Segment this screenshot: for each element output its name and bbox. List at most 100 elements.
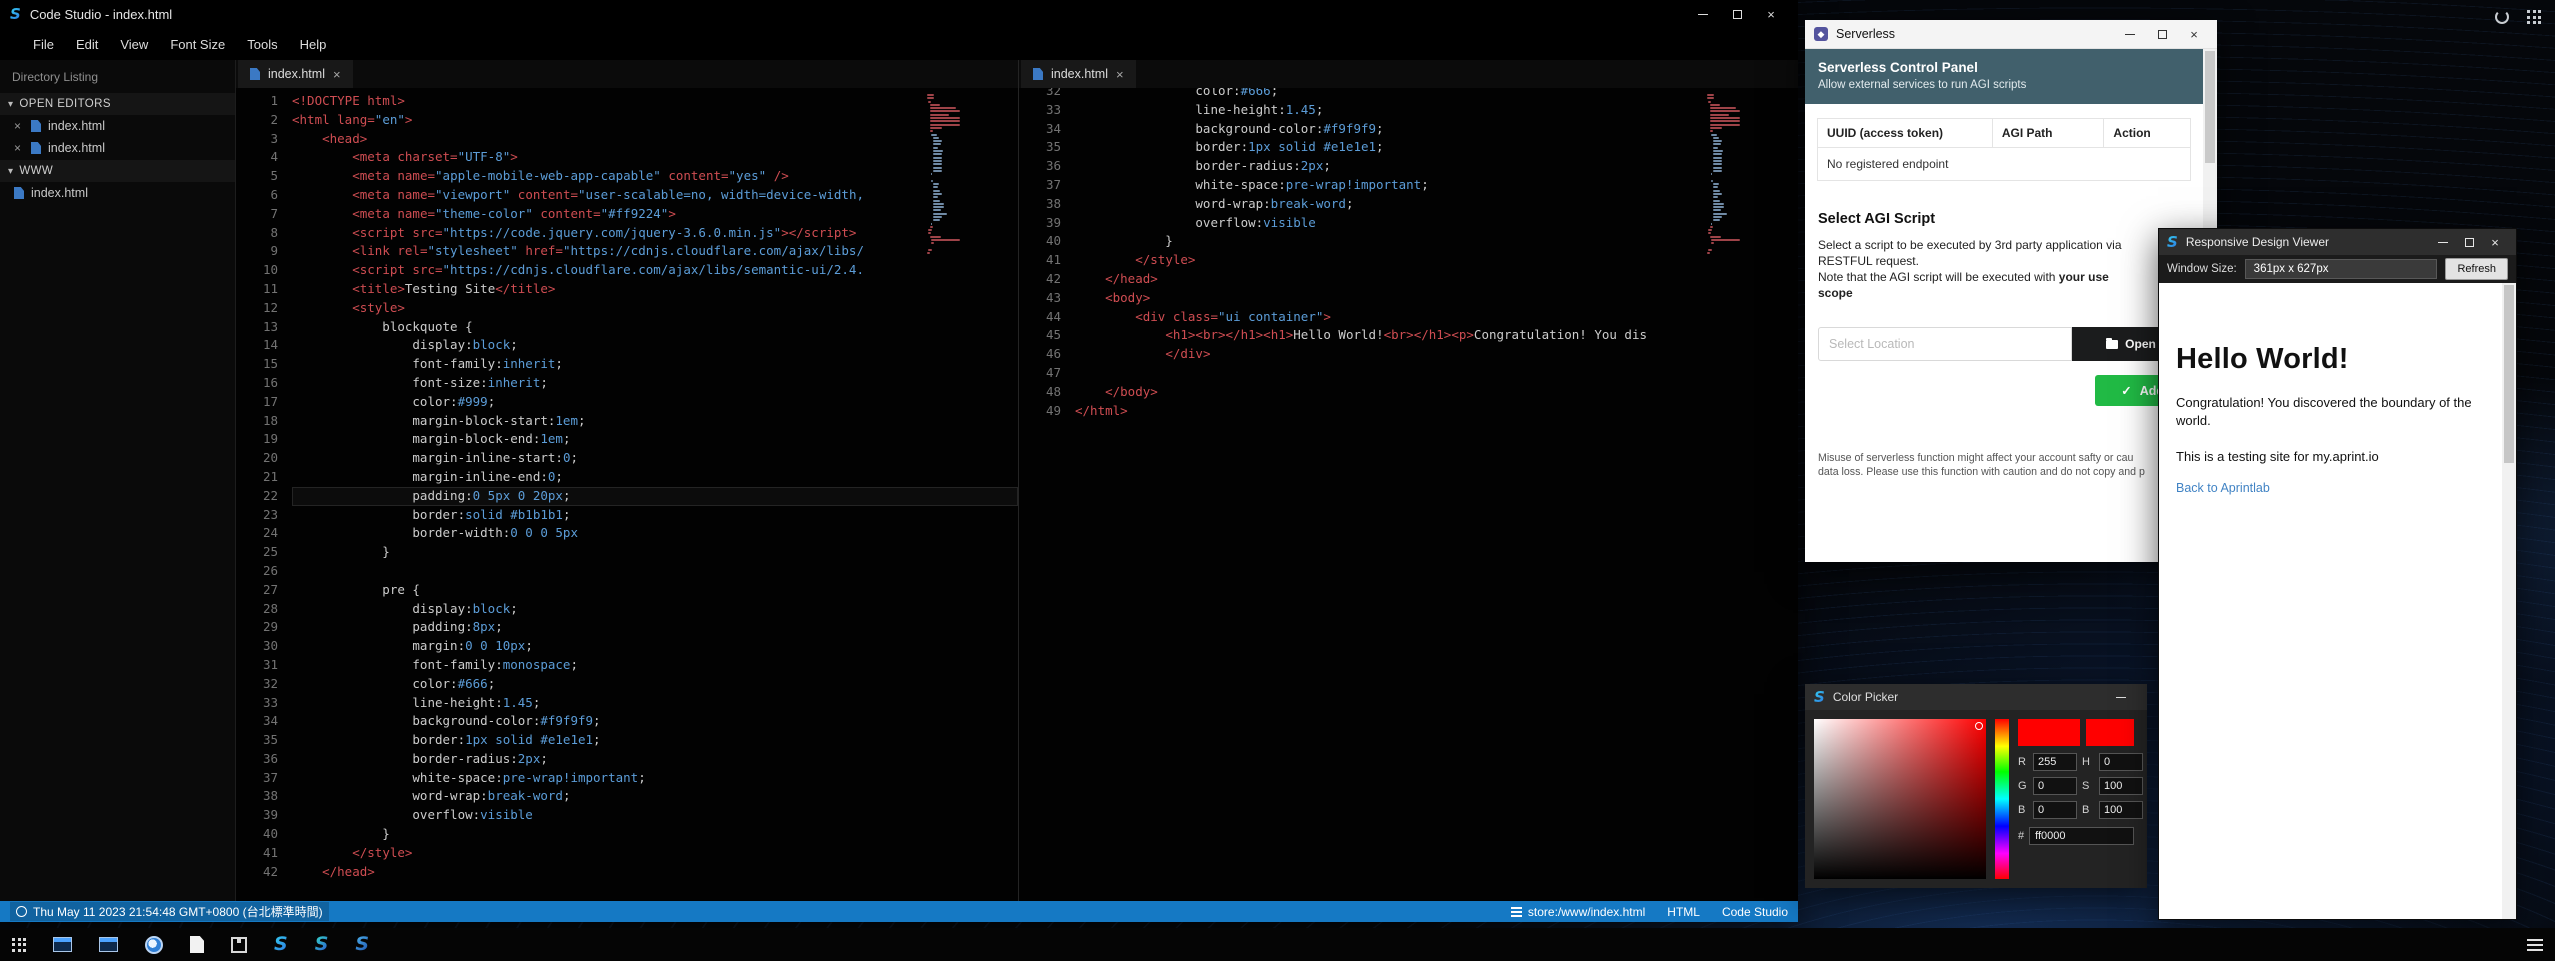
code-line[interactable]: </html> <box>1075 402 1798 421</box>
sidebar-section-open-editors[interactable]: ▾OPEN EDITORS <box>0 92 235 115</box>
refresh-button[interactable]: Refresh <box>2445 258 2508 280</box>
minimap-right[interactable] <box>1707 94 1743 256</box>
code-line[interactable]: display:block; <box>292 600 1018 619</box>
code-line[interactable]: <style> <box>292 299 1018 318</box>
code-line[interactable]: margin:0 0 10px; <box>292 637 1018 656</box>
code-line[interactable]: } <box>1075 232 1798 251</box>
code-line[interactable]: border-radius:2px; <box>292 750 1018 769</box>
apps-grid-icon[interactable] <box>2527 10 2541 24</box>
code-line[interactable]: </head> <box>292 863 1018 882</box>
hue-slider[interactable] <box>1995 719 2009 879</box>
close-icon[interactable]: × <box>2482 232 2508 252</box>
code-area-left[interactable]: <!DOCTYPE html><html lang="en"> <head> <… <box>292 92 1018 881</box>
serverless-title-bar[interactable]: ◆ Serverless × <box>1805 20 2217 49</box>
editor-right[interactable]: 323334353637383940414243444546474849 col… <box>1019 88 1798 901</box>
code-line[interactable]: border:1px solid #e1e1e1; <box>1075 138 1798 157</box>
code-line[interactable]: padding:8px; <box>292 618 1018 637</box>
taskbar-codestudio-icon-1[interactable]: S <box>274 935 288 954</box>
status-datetime[interactable]: Thu May 11 2023 21:54:48 GMT+0800 (台北標準時… <box>10 902 329 921</box>
code-line[interactable]: } <box>292 825 1018 844</box>
maximize-icon[interactable] <box>2456 232 2482 252</box>
hex-input[interactable] <box>2029 827 2134 845</box>
menu-edit[interactable]: Edit <box>65 32 109 57</box>
code-line[interactable]: border-radius:2px; <box>1075 157 1798 176</box>
code-line[interactable]: color:#666; <box>292 675 1018 694</box>
tab-index-html-left[interactable]: index.html × <box>238 60 353 88</box>
code-line[interactable]: <h1><br></h1><h1>Hello World!<br></h1><p… <box>1075 326 1798 345</box>
code-line[interactable] <box>1075 364 1798 383</box>
code-line[interactable]: } <box>292 543 1018 562</box>
channel-input-r-0[interactable] <box>2033 753 2077 771</box>
code-line[interactable]: </head> <box>1075 270 1798 289</box>
code-line[interactable]: <body> <box>1075 289 1798 308</box>
scrollbar[interactable] <box>2502 283 2516 919</box>
code-line[interactable]: <div class="ui container"> <box>1075 308 1798 327</box>
editor-left[interactable]: 1234567891011121314151617181920212223242… <box>236 88 1018 901</box>
code-line[interactable]: background-color:#f9f9f9; <box>1075 120 1798 139</box>
taskbar-window-icon-1[interactable] <box>53 937 72 952</box>
tab-close-icon[interactable]: × <box>333 67 341 82</box>
code-line[interactable]: <!DOCTYPE html> <box>292 92 1018 111</box>
code-line[interactable]: line-height:1.45; <box>292 694 1018 713</box>
menu-file[interactable]: File <box>22 32 65 57</box>
code-line[interactable]: <script src="https://code.jquery.com/jqu… <box>292 224 1018 243</box>
code-line[interactable] <box>292 562 1018 581</box>
spinner-icon[interactable] <box>2495 10 2509 24</box>
window-size-value[interactable]: 361px x 627px <box>2245 259 2438 279</box>
rdv-title-bar[interactable]: S Responsive Design Viewer × <box>2159 229 2516 255</box>
code-line[interactable]: margin-inline-end:0; <box>292 468 1018 487</box>
minimap-left[interactable] <box>927 94 963 256</box>
code-line[interactable]: <meta charset="UTF-8"> <box>292 148 1018 167</box>
channel-input-g-2[interactable] <box>2033 777 2077 795</box>
code-line[interactable]: margin-block-end:1em; <box>292 430 1018 449</box>
code-line[interactable]: color:#666; <box>1075 88 1798 101</box>
code-line[interactable]: pre { <box>292 581 1018 600</box>
code-line[interactable]: </style> <box>292 844 1018 863</box>
code-line[interactable]: line-height:1.45; <box>1075 101 1798 120</box>
status-file-path[interactable]: store:/www/index.html <box>1511 905 1645 919</box>
menu-help[interactable]: Help <box>289 32 338 57</box>
menu-view[interactable]: View <box>109 32 159 57</box>
channel-input-h-1[interactable] <box>2099 753 2143 771</box>
back-to-aprintlab-link[interactable]: Back to Aprintlab <box>2176 481 2270 495</box>
code-line[interactable]: overflow:visible <box>1075 214 1798 233</box>
sidebar-section-www[interactable]: ▾WWW <box>0 159 235 182</box>
color-picker-title-bar[interactable]: S Color Picker <box>1805 684 2147 710</box>
minimize-icon[interactable] <box>2116 22 2144 46</box>
code-line[interactable]: color:#999; <box>292 393 1018 412</box>
code-line[interactable]: <title>Testing Site</title> <box>292 280 1018 299</box>
menu-tools[interactable]: Tools <box>236 32 288 57</box>
taskbar-codestudio-icon-2[interactable]: S <box>315 935 329 954</box>
taskbar-browser-icon[interactable] <box>145 936 163 954</box>
code-line[interactable]: background-color:#f9f9f9; <box>292 712 1018 731</box>
code-line[interactable]: <link rel="stylesheet" href="https://cdn… <box>292 242 1018 261</box>
code-line[interactable]: display:block; <box>292 336 1018 355</box>
code-line[interactable]: font-family:inherit; <box>292 355 1018 374</box>
maximize-icon[interactable] <box>1720 2 1754 26</box>
maximize-icon[interactable] <box>2148 22 2176 46</box>
menu-font-size[interactable]: Font Size <box>159 32 236 57</box>
code-area-right[interactable]: color:#666; line-height:1.45; background… <box>1075 88 1798 420</box>
code-line[interactable]: white-space:pre-wrap!important; <box>292 769 1018 788</box>
code-line[interactable]: </style> <box>1075 251 1798 270</box>
channel-input-s-3[interactable] <box>2099 777 2143 795</box>
code-line[interactable]: <meta name="apple-mobile-web-app-capable… <box>292 167 1018 186</box>
scrollbar-thumb[interactable] <box>2504 285 2514 463</box>
taskbar-codestudio-icon-3[interactable]: S <box>355 935 369 954</box>
code-line[interactable]: </div> <box>1075 345 1798 364</box>
close-icon[interactable]: × <box>2180 22 2208 46</box>
minimize-icon[interactable] <box>2430 232 2456 252</box>
code-line[interactable]: <meta name="theme-color" content="#ff922… <box>292 205 1018 224</box>
code-line[interactable]: <script src="https://cdnjs.cloudflare.co… <box>292 261 1018 280</box>
code-line[interactable]: <html lang="en"> <box>292 111 1018 130</box>
code-line[interactable]: margin-block-start:1em; <box>292 412 1018 431</box>
code-line[interactable]: word-wrap:break-word; <box>292 787 1018 806</box>
code-line[interactable]: border-width:0 0 0 5px <box>292 524 1018 543</box>
code-line[interactable]: white-space:pre-wrap!important; <box>1075 176 1798 195</box>
code-line[interactable]: border:1px solid #e1e1e1; <box>292 731 1018 750</box>
sidebar-item-index.html[interactable]: ×index.html <box>0 137 235 159</box>
code-line[interactable]: padding:0 5px 0 20px; <box>292 487 1018 506</box>
select-location-input[interactable] <box>1818 327 2072 361</box>
sv-cursor[interactable] <box>1975 722 1983 730</box>
saturation-value-picker[interactable] <box>1814 719 1986 879</box>
